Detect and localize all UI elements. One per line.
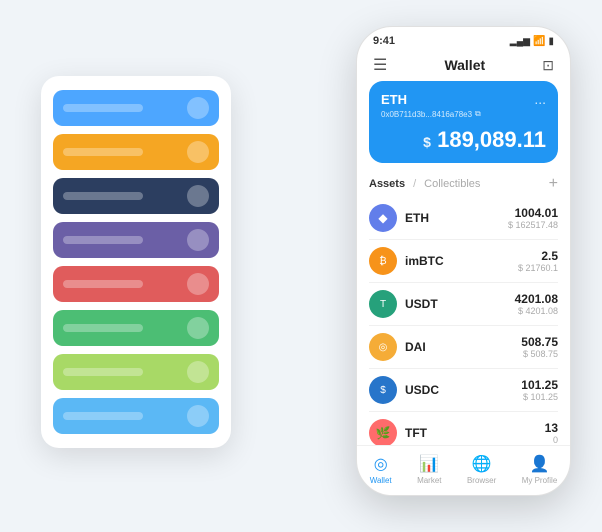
card-item[interactable] bbox=[53, 134, 219, 170]
imbtc-icon: ₿ bbox=[369, 247, 397, 275]
status-time: 9:41 bbox=[373, 35, 395, 47]
tft-usd: 0 bbox=[545, 435, 558, 445]
asset-amounts-usdc: 101.25 $ 101.25 bbox=[521, 378, 558, 402]
profile-nav-icon: 👤 bbox=[530, 454, 550, 474]
asset-name-imbtc: imBTC bbox=[405, 254, 518, 268]
usdc-amount: 101.25 bbox=[521, 378, 558, 392]
nav-wallet[interactable]: ◎ Wallet bbox=[370, 454, 392, 485]
usdc-usd: $ 101.25 bbox=[521, 392, 558, 402]
tft-amount: 13 bbox=[545, 421, 558, 435]
assets-tabs: Assets / Collectibles bbox=[369, 178, 480, 190]
card-bar bbox=[63, 104, 143, 112]
wallet-nav-label: Wallet bbox=[370, 476, 392, 485]
tab-assets[interactable]: Assets bbox=[369, 178, 405, 190]
wifi-icon: 📶 bbox=[533, 36, 545, 47]
asset-list: ◆ ETH 1004.01 $ 162517.48 ₿ imBTC 2.5 $ … bbox=[357, 197, 570, 445]
asset-name-usdt: USDT bbox=[405, 297, 515, 311]
card-dot bbox=[187, 273, 209, 295]
usdt-icon: T bbox=[369, 290, 397, 318]
asset-row-tft[interactable]: 🌿 TFT 13 0 bbox=[369, 412, 558, 445]
asset-name-usdc: USDC bbox=[405, 383, 521, 397]
status-icons: ▂▄▆ 📶 ▮ bbox=[510, 36, 554, 47]
card-item[interactable] bbox=[53, 354, 219, 390]
copy-icon[interactable]: ⧉ bbox=[475, 109, 481, 119]
asset-row-imbtc[interactable]: ₿ imBTC 2.5 $ 21760.1 bbox=[369, 240, 558, 283]
assets-header: Assets / Collectibles + bbox=[357, 171, 570, 197]
imbtc-amount: 2.5 bbox=[518, 249, 558, 263]
card-bar bbox=[63, 412, 143, 420]
dai-amount: 508.75 bbox=[521, 335, 558, 349]
tab-collectibles[interactable]: Collectibles bbox=[424, 178, 480, 190]
asset-name-eth: ETH bbox=[405, 211, 508, 225]
asset-amounts-tft: 13 0 bbox=[545, 421, 558, 445]
card-dot bbox=[187, 97, 209, 119]
eth-card-header: ETH ... bbox=[381, 91, 546, 107]
eth-title: ETH bbox=[381, 92, 407, 107]
card-stack bbox=[41, 76, 231, 448]
card-dot bbox=[187, 405, 209, 427]
card-bar bbox=[63, 280, 143, 288]
usdt-usd: $ 4201.08 bbox=[515, 306, 558, 316]
card-dot bbox=[187, 229, 209, 251]
asset-amounts-eth: 1004.01 $ 162517.48 bbox=[508, 206, 558, 230]
asset-row-dai[interactable]: ◎ DAI 508.75 $ 508.75 bbox=[369, 326, 558, 369]
market-nav-label: Market bbox=[417, 476, 441, 485]
card-dot bbox=[187, 185, 209, 207]
scene: 9:41 ▂▄▆ 📶 ▮ ☰ Wallet ⊡ ETH ... 0x0B711d… bbox=[21, 16, 581, 516]
usdc-icon: $ bbox=[369, 376, 397, 404]
asset-row-usdc[interactable]: $ USDC 101.25 $ 101.25 bbox=[369, 369, 558, 412]
asset-row-eth[interactable]: ◆ ETH 1004.01 $ 162517.48 bbox=[369, 197, 558, 240]
usdt-amount: 4201.08 bbox=[515, 292, 558, 306]
add-asset-button[interactable]: + bbox=[549, 175, 558, 193]
card-item[interactable] bbox=[53, 266, 219, 302]
imbtc-usd: $ 21760.1 bbox=[518, 263, 558, 273]
eth-balance: $ 189,089.11 bbox=[381, 127, 546, 153]
signal-icon: ▂▄▆ bbox=[510, 36, 530, 47]
nav-market[interactable]: 📊 Market bbox=[417, 454, 441, 485]
asset-row-usdt[interactable]: T USDT 4201.08 $ 4201.08 bbox=[369, 283, 558, 326]
card-item[interactable] bbox=[53, 178, 219, 214]
bottom-nav: ◎ Wallet 📊 Market 🌐 Browser 👤 My Profile bbox=[357, 445, 570, 495]
phone: 9:41 ▂▄▆ 📶 ▮ ☰ Wallet ⊡ ETH ... 0x0B711d… bbox=[356, 26, 571, 496]
card-item[interactable] bbox=[53, 222, 219, 258]
asset-name-tft: TFT bbox=[405, 426, 545, 440]
browser-nav-label: Browser bbox=[467, 476, 496, 485]
eth-more-icon[interactable]: ... bbox=[534, 91, 546, 107]
dai-usd: $ 508.75 bbox=[521, 349, 558, 359]
eth-address: 0x0B711d3b...8416a78e3 ⧉ bbox=[381, 109, 546, 119]
asset-name-dai: DAI bbox=[405, 340, 521, 354]
card-dot bbox=[187, 141, 209, 163]
menu-icon[interactable]: ☰ bbox=[373, 55, 387, 75]
card-item[interactable] bbox=[53, 398, 219, 434]
card-item[interactable] bbox=[53, 90, 219, 126]
eth-card[interactable]: ETH ... 0x0B711d3b...8416a78e3 ⧉ $ 189,0… bbox=[369, 81, 558, 163]
card-item[interactable] bbox=[53, 310, 219, 346]
nav-browser[interactable]: 🌐 Browser bbox=[467, 454, 496, 485]
card-dot bbox=[187, 317, 209, 339]
eth-icon: ◆ bbox=[369, 204, 397, 232]
battery-icon: ▮ bbox=[548, 36, 554, 47]
wallet-nav-icon: ◎ bbox=[374, 454, 388, 474]
card-bar bbox=[63, 236, 143, 244]
asset-amounts-imbtc: 2.5 $ 21760.1 bbox=[518, 249, 558, 273]
card-bar bbox=[63, 368, 143, 376]
card-bar bbox=[63, 324, 143, 332]
asset-amounts-dai: 508.75 $ 508.75 bbox=[521, 335, 558, 359]
status-bar: 9:41 ▂▄▆ 📶 ▮ bbox=[357, 27, 570, 51]
browser-nav-icon: 🌐 bbox=[472, 454, 492, 474]
market-nav-icon: 📊 bbox=[419, 454, 439, 474]
profile-nav-label: My Profile bbox=[522, 476, 558, 485]
dai-icon: ◎ bbox=[369, 333, 397, 361]
card-bar bbox=[63, 148, 143, 156]
nav-profile[interactable]: 👤 My Profile bbox=[522, 454, 558, 485]
card-dot bbox=[187, 361, 209, 383]
eth-usd: $ 162517.48 bbox=[508, 220, 558, 230]
page-title: Wallet bbox=[444, 57, 485, 73]
card-bar bbox=[63, 192, 143, 200]
asset-amounts-usdt: 4201.08 $ 4201.08 bbox=[515, 292, 558, 316]
scan-icon[interactable]: ⊡ bbox=[542, 57, 554, 74]
nav-bar: ☰ Wallet ⊡ bbox=[357, 51, 570, 81]
eth-amount: 1004.01 bbox=[508, 206, 558, 220]
tft-icon: 🌿 bbox=[369, 419, 397, 445]
